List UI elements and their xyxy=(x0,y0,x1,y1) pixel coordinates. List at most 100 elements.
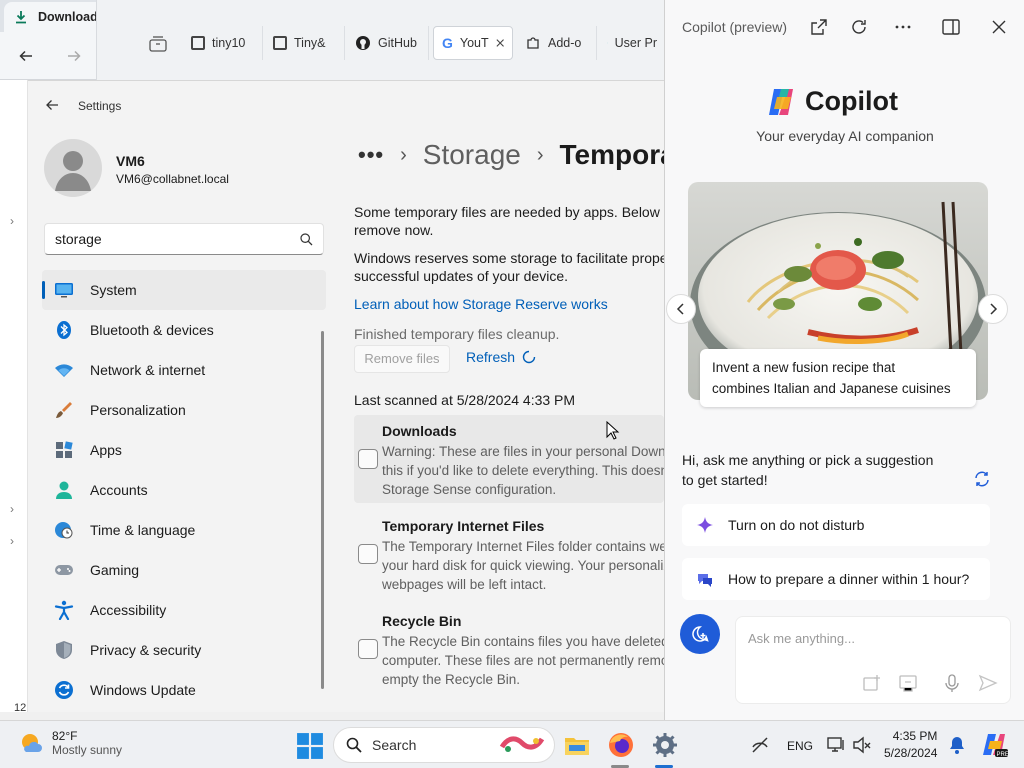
avatar[interactable] xyxy=(44,139,102,197)
category-recycle-bin[interactable]: Recycle Bin The Recycle Bin contains fil… xyxy=(354,605,664,693)
category-temporary-internet-files[interactable]: Temporary Internet Files The Temporary I… xyxy=(354,510,664,598)
nav-item-network[interactable]: Network & internet xyxy=(42,350,326,390)
nav-item-label: Bluetooth & devices xyxy=(90,322,214,338)
download-icon xyxy=(16,11,26,24)
browser-tab[interactable]: Tiny& xyxy=(265,26,345,60)
copilot-tagline: Your everyday AI companion xyxy=(756,128,934,144)
browser-tab-label: User Pr xyxy=(614,36,657,50)
nav-item-label: Time & language xyxy=(90,522,196,538)
volume-muted-icon[interactable] xyxy=(852,735,872,755)
browser-tab-active[interactable]: G YouT xyxy=(433,26,513,60)
nav-item-bluetooth[interactable]: Bluetooth & devices xyxy=(42,310,326,350)
browser-tab[interactable]: GitHub xyxy=(347,26,429,60)
tab-group-icon[interactable] xyxy=(149,36,167,52)
back-button[interactable] xyxy=(12,42,40,70)
downloads-checkbox[interactable] xyxy=(358,449,378,469)
windows-start-icon[interactable] xyxy=(296,732,324,760)
suggestion-label: How to prepare a dinner within 1 hour? xyxy=(728,571,970,587)
breadcrumb-storage[interactable]: Storage xyxy=(423,139,521,171)
settings-window: Settings VM6 VM6@collabnet.local System … xyxy=(28,80,664,712)
ask-input-box[interactable]: Ask me anything... xyxy=(735,616,1011,704)
weather-widget[interactable]: 82°F Mostly sunny xyxy=(18,729,122,757)
copilot-pane: Copilot (preview) Copilot Your everyday … xyxy=(664,0,1024,720)
settings-nav: System Bluetooth & devices Network & int… xyxy=(42,270,326,710)
sparkle-icon xyxy=(697,517,713,533)
suggestion-card-caption[interactable]: Invent a new fusion recipe that combines… xyxy=(700,349,976,407)
refresh-button[interactable]: Refresh xyxy=(466,349,537,365)
arrow-right-icon xyxy=(68,50,81,62)
copilot-logo-icon xyxy=(769,88,793,115)
reserve-text: Windows reserves some storage to facilit… xyxy=(354,249,664,285)
nav-item-windows-update[interactable]: Windows Update xyxy=(42,670,326,710)
screenshot-icon[interactable] xyxy=(898,673,918,693)
new-topic-button[interactable] xyxy=(680,614,720,654)
refresh-spinner-icon xyxy=(522,350,536,364)
close-tab-icon[interactable] xyxy=(496,38,504,48)
caption-line: combines Italian and Japanese cuisines xyxy=(712,381,951,396)
chevron-right-icon[interactable]: › xyxy=(10,534,14,548)
description-line: empty the Recycle Bin. xyxy=(382,672,521,687)
search-icon[interactable] xyxy=(300,232,313,246)
browser-tab[interactable]: Add-o xyxy=(517,26,597,60)
hidden-icons-icon[interactable] xyxy=(750,735,770,755)
reserve-line: successful updates of your device. xyxy=(354,268,569,284)
input-language[interactable]: ENG xyxy=(787,739,813,753)
browser-tab[interactable]: User Pr xyxy=(599,26,665,60)
ask-placeholder: Ask me anything... xyxy=(748,631,855,646)
chevron-left-icon xyxy=(676,303,684,315)
browser-tab-label: Add-o xyxy=(548,36,582,50)
nav-scrollbar[interactable] xyxy=(321,331,324,689)
search-input[interactable] xyxy=(55,231,300,247)
close-icon[interactable] xyxy=(989,17,1009,37)
reload-icon[interactable] xyxy=(849,17,869,37)
reserve-line: Windows reserves some storage to facilit… xyxy=(354,250,664,266)
breadcrumb-overflow[interactable]: ••• xyxy=(358,142,384,168)
chevron-right-icon[interactable]: › xyxy=(10,502,14,516)
settings-search[interactable] xyxy=(44,223,324,255)
browser-tab-label: tiny10 xyxy=(212,36,246,50)
nav-item-personalization[interactable]: Personalization xyxy=(42,390,326,430)
file-explorer-icon[interactable] xyxy=(563,731,591,759)
back-arrow-icon[interactable] xyxy=(44,97,60,113)
recycle-bin-checkbox[interactable] xyxy=(358,639,378,659)
category-description: The Temporary Internet Files folder cont… xyxy=(382,537,664,594)
nav-item-time-language[interactable]: Time & language xyxy=(42,510,326,550)
browser-sidebar: › › › xyxy=(0,80,28,720)
notification-bell-icon[interactable] xyxy=(947,735,967,755)
send-icon[interactable] xyxy=(978,673,998,693)
nav-item-accounts[interactable]: Accounts xyxy=(42,470,326,510)
taskbar-search[interactable]: Search xyxy=(333,727,555,763)
firefox-icon[interactable] xyxy=(607,731,635,759)
suggestion-do-not-disturb[interactable]: Turn on do not disturb xyxy=(682,504,990,546)
description-line: computer. These files are not permanentl… xyxy=(382,653,664,668)
refresh-suggestions-icon[interactable] xyxy=(973,470,991,488)
nav-item-system[interactable]: System xyxy=(42,270,326,310)
chevron-right-icon[interactable]: › xyxy=(10,214,14,228)
nav-item-gaming[interactable]: Gaming xyxy=(42,550,326,590)
forward-button[interactable] xyxy=(60,42,88,70)
suggestion-dinner[interactable]: How to prepare a dinner within 1 hour? xyxy=(682,558,990,600)
last-scanned: Last scanned at 5/28/2024 4:33 PM xyxy=(354,392,576,408)
remove-files-button[interactable]: Remove files xyxy=(354,345,450,373)
storage-reserve-link[interactable]: Learn about how Storage Reserve works xyxy=(354,296,608,312)
carousel-next-button[interactable] xyxy=(978,294,1008,324)
nav-item-apps[interactable]: Apps xyxy=(42,430,326,470)
open-external-icon[interactable] xyxy=(809,17,829,37)
taskbar-clock[interactable]: 4:35 PM 5/28/2024 xyxy=(884,728,937,762)
apps-icon xyxy=(56,441,73,458)
breadcrumb: ••• › Storage › Temporary files xyxy=(358,139,664,171)
microphone-icon[interactable] xyxy=(942,673,962,693)
description-line: The Temporary Internet Files folder cont… xyxy=(382,539,664,554)
copilot-taskbar-icon[interactable]: PRE xyxy=(980,731,1008,759)
dock-sidebar-icon[interactable] xyxy=(941,17,961,37)
greeting-line: to get started! xyxy=(682,472,768,488)
more-options-icon[interactable] xyxy=(893,17,913,37)
browser-tab[interactable]: tiny10 xyxy=(183,26,263,60)
image-add-icon[interactable] xyxy=(862,673,882,693)
carousel-prev-button[interactable] xyxy=(666,294,696,324)
temporary-internet-files-checkbox[interactable] xyxy=(358,544,378,564)
network-monitor-icon[interactable] xyxy=(826,735,846,755)
nav-item-privacy[interactable]: Privacy & security xyxy=(42,630,326,670)
nav-item-accessibility[interactable]: Accessibility xyxy=(42,590,326,630)
settings-gear-icon[interactable] xyxy=(651,731,679,759)
